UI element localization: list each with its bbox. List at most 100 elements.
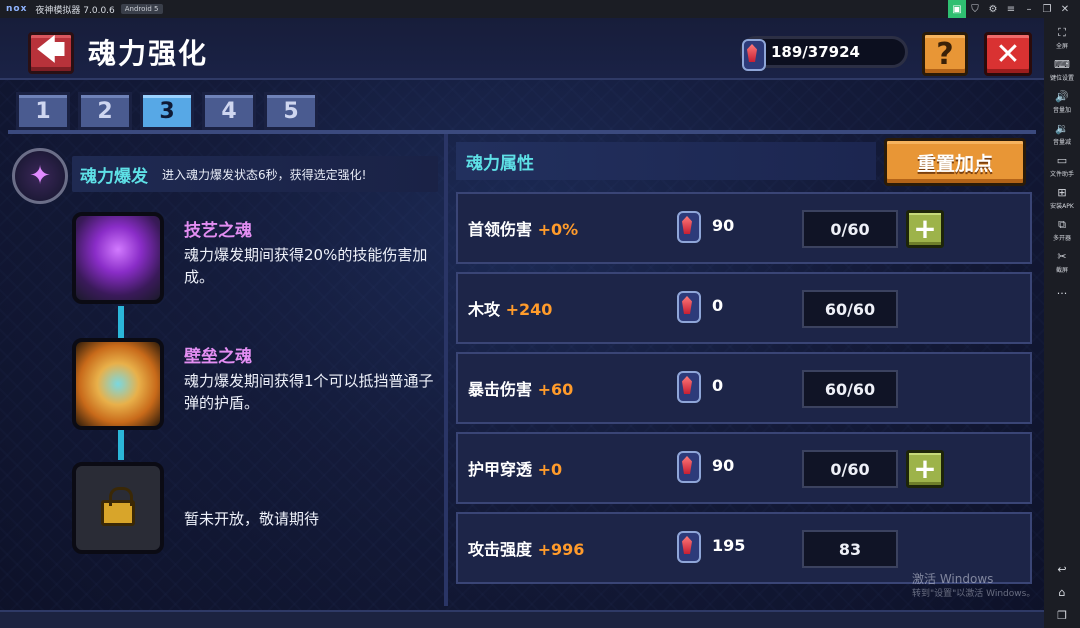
reset-points-button[interactable]: 重置加点 (884, 138, 1026, 186)
attribute-cost: 0 (712, 296, 724, 315)
minimize-icon[interactable]: – (1020, 0, 1038, 18)
attribute-count: 60/60 (802, 370, 898, 408)
add-point-button[interactable]: + (906, 210, 944, 248)
crystal-icon (674, 450, 701, 483)
panel-divider (444, 134, 448, 606)
close-x-icon: ✕ (995, 36, 1021, 72)
burst-desc: 进入魂力爆发状态6秒，获得选定强化! (162, 167, 367, 182)
attribute-count: 83 (802, 530, 898, 568)
tshirt-icon[interactable]: ⛉ (966, 0, 984, 18)
sidebar-item-screenshot[interactable]: ✂ 截屏 (1044, 246, 1080, 278)
soul-name: 壁垒之魂 (184, 347, 252, 367)
help-button[interactable]: ? (922, 32, 968, 76)
sidebar-item-keymap[interactable]: ⌨ 键位设置 (1044, 54, 1080, 86)
sidebar-item-multi-instance[interactable]: ⧉ 多开器 (1044, 214, 1080, 246)
soul-burst-panel: ✦ 魂力爆发 进入魂力爆发状态6秒，获得选定强化! 技艺之魂 魂力爆发期间获得2… (8, 134, 444, 604)
emulator-title-bar: nox 夜神模拟器 7.0.0.6 Android 5 ▣ ⛉ ⚙ ≡ – ❐ … (0, 0, 1080, 18)
soul-burst-icon: ✦ (12, 148, 68, 204)
sidebar-label: 安装APK (1050, 202, 1074, 210)
attribute-cost: 90 (712, 456, 735, 475)
sidebar-label: 键位设置 (1049, 74, 1074, 82)
attribute-cost: 195 (712, 536, 746, 555)
attribute-bonus: +0 (537, 460, 563, 479)
app-icon[interactable]: ▣ (948, 0, 966, 18)
page-title: 魂力强化 (88, 37, 209, 70)
soul-currency: 189/37924 (740, 36, 908, 71)
emulator-sidebar: ⛶ 全屏 ⌨ 键位设置 🔊 音量加 🔉 音量减 ▭ 文件助手 ⊞ 安装APK ⧉… (1044, 18, 1080, 628)
attribute-name: 暴击伤害 +60 (468, 376, 573, 400)
attribute-label: 暴击伤害 (468, 380, 533, 399)
more-icon: ··· (1056, 287, 1068, 300)
tab-3[interactable]: 3 (140, 92, 194, 130)
question-icon: ? (936, 36, 954, 72)
soul-locked: 暂未开放，敬请期待 (72, 462, 442, 558)
sidebar-item-volume-up[interactable]: 🔊 音量加 (1044, 86, 1080, 118)
crystal-icon (674, 290, 701, 323)
menu-icon[interactable]: ≡ (1002, 0, 1020, 18)
recents-nav-icon[interactable]: ❐ (1057, 609, 1067, 622)
attribute-name: 攻击强度 +996 (468, 536, 584, 560)
attribute-label: 首领伤害 (468, 220, 533, 239)
game-screen: 🡄 魂力强化 189/37924 ? ✕ 1 2 3 4 5 ✦ 魂力爆发 进入… (0, 18, 1044, 628)
file-icon: ▭ (1056, 153, 1068, 167)
burst-bar: 魂力爆发 进入魂力爆发状态6秒，获得选定强化! (72, 156, 438, 192)
windows-activation-watermark: 激活 Windows (912, 572, 994, 586)
attributes-title: 魂力属性 (466, 153, 534, 174)
close-icon[interactable]: ✕ (1056, 0, 1074, 18)
tab-bar: 1 2 3 4 5 (16, 92, 318, 130)
soul-bulwark[interactable]: 壁垒之魂 魂力爆发期间获得1个可以抵挡普通子弹的护盾。 (72, 338, 442, 434)
sidebar-label: 音量减 (1052, 138, 1071, 146)
attribute-label: 攻击强度 (468, 540, 533, 559)
attribute-bonus: +240 (505, 300, 553, 319)
attribute-row-boss-damage: 首领伤害 +0% 90 0/60 + (456, 192, 1032, 264)
close-button[interactable]: ✕ (984, 32, 1032, 76)
crystal-icon (674, 210, 701, 243)
padlock-icon (101, 487, 135, 526)
back-nav-icon[interactable]: ↩ (1057, 563, 1066, 576)
bulwark-soul-icon (72, 338, 164, 430)
back-arrow-icon: 🡄 (36, 33, 66, 66)
attribute-row-crit-damage: 暴击伤害 +60 0 60/60 (456, 352, 1032, 424)
multi-icon: ⧉ (1058, 217, 1066, 231)
attribute-cost: 90 (712, 216, 735, 235)
volume-down-icon: 🔉 (1055, 121, 1069, 135)
volume-up-icon: 🔊 (1055, 89, 1069, 103)
currency-value: 189/37924 (771, 43, 860, 61)
nox-logo: nox (6, 4, 28, 14)
tab-5[interactable]: 5 (264, 92, 318, 130)
attribute-bonus: +996 (537, 540, 585, 559)
locked-slot (72, 462, 164, 554)
home-nav-icon[interactable]: ⌂ (1059, 586, 1066, 599)
locked-desc: 暂未开放，敬请期待 (184, 510, 320, 528)
apk-icon: ⊞ (1057, 185, 1067, 199)
sidebar-label: 音量加 (1052, 106, 1071, 114)
soul-skill[interactable]: 技艺之魂 魂力爆发期间获得20%的技能伤害加成。 (72, 212, 442, 308)
attribute-bonus: +0% (537, 220, 579, 239)
android-nav: ↩ ⌂ ❐ (1044, 563, 1080, 622)
restore-icon[interactable]: ❐ (1038, 0, 1056, 18)
attribute-label: 护甲穿透 (468, 460, 533, 479)
gear-icon[interactable]: ⚙ (984, 0, 1002, 18)
tab-4[interactable]: 4 (202, 92, 256, 130)
tab-2[interactable]: 2 (78, 92, 132, 130)
attribute-cost: 0 (712, 376, 724, 395)
sidebar-item-volume-down[interactable]: 🔉 音量减 (1044, 118, 1080, 150)
attribute-name: 木攻 +240 (468, 296, 552, 320)
sidebar-item-install-apk[interactable]: ⊞ 安装APK (1044, 182, 1080, 214)
scissors-icon: ✂ (1057, 249, 1067, 263)
back-button[interactable]: 🡄 (28, 32, 74, 74)
crystal-icon (674, 370, 701, 403)
soul-name: 技艺之魂 (184, 221, 252, 241)
add-point-button[interactable]: + (906, 450, 944, 488)
sidebar-item-fullscreen[interactable]: ⛶ 全屏 (1044, 22, 1080, 54)
attribute-name: 首领伤害 +0% (468, 216, 578, 240)
sidebar-item-more[interactable]: ··· (1044, 278, 1080, 310)
bottom-bar (0, 610, 1044, 628)
soul-connector (118, 306, 124, 338)
tab-1[interactable]: 1 (16, 92, 70, 130)
attributes-header: 魂力属性 (456, 142, 876, 180)
sidebar-label: 多开器 (1052, 234, 1071, 242)
sidebar-item-file-helper[interactable]: ▭ 文件助手 (1044, 150, 1080, 182)
attribute-count: 60/60 (802, 290, 898, 328)
soul-desc: 魂力爆发期间获得20%的技能伤害加成。 (184, 246, 428, 286)
